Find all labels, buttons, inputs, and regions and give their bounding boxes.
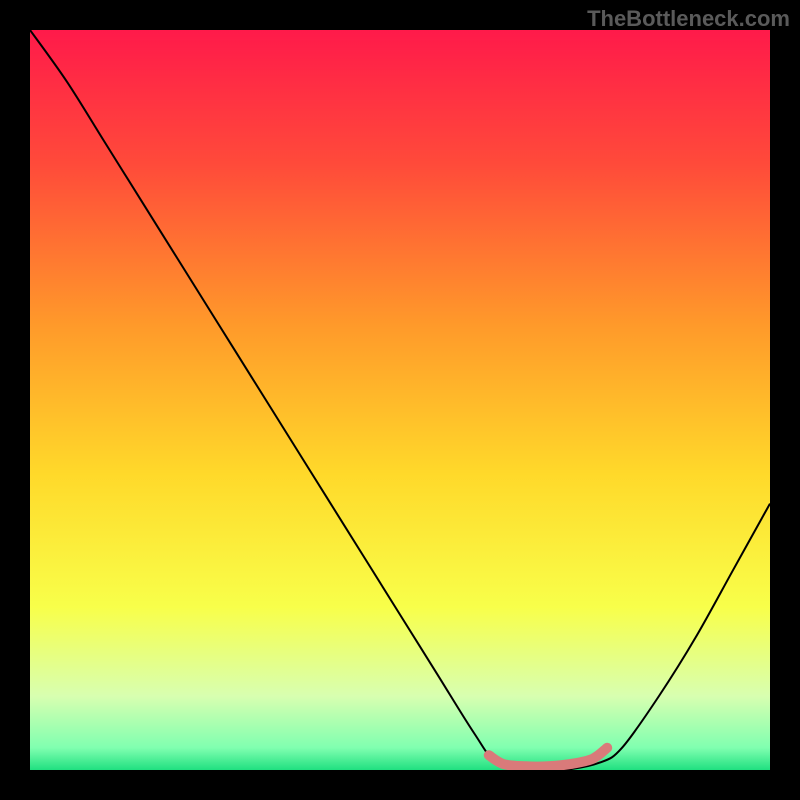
curve-layer bbox=[30, 30, 770, 770]
bottleneck-curve bbox=[30, 30, 770, 770]
chart-frame bbox=[0, 0, 800, 800]
plot-area bbox=[30, 30, 770, 770]
highlight-segment bbox=[489, 748, 607, 767]
watermark-text: TheBottleneck.com bbox=[587, 6, 790, 32]
